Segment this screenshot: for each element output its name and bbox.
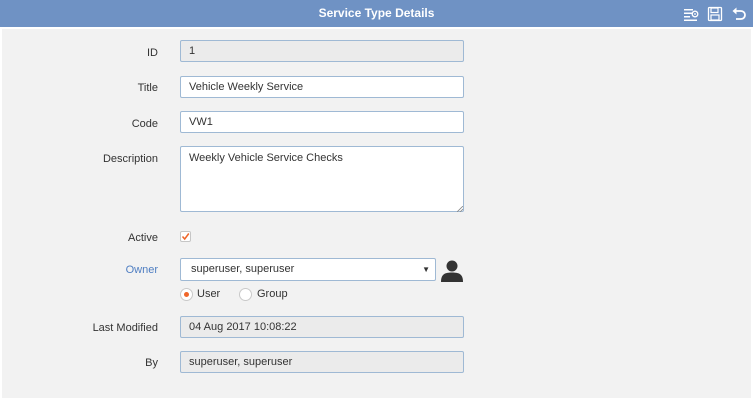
last-modified-field: 04 Aug 2017 10:08:22 xyxy=(180,316,464,338)
radio-selected-dot xyxy=(184,292,189,297)
last-modified-label: Last Modified xyxy=(92,322,158,334)
by-label: By xyxy=(145,357,158,369)
id-label: ID xyxy=(147,47,158,59)
owner-select[interactable]: superuser, superuser ▼ xyxy=(180,258,436,281)
owner-type-user-label: User xyxy=(197,288,221,300)
chevron-down-icon: ▼ xyxy=(422,265,430,274)
owner-select-value: superuser, superuser xyxy=(191,263,295,275)
active-checkbox[interactable] xyxy=(180,231,191,242)
owner-type-group-label: Group xyxy=(257,288,288,300)
id-field: 1 xyxy=(180,40,464,62)
title-label: Title xyxy=(137,82,158,94)
owner-type-group-radio[interactable] xyxy=(239,288,252,301)
owner-type-user-radio[interactable] xyxy=(180,288,193,301)
owner-label[interactable]: Owner xyxy=(2,264,158,276)
code-label: Code xyxy=(131,118,158,130)
toolbar xyxy=(683,4,747,23)
list-settings-icon[interactable] xyxy=(683,6,699,22)
form-panel: ID 1 Title Code Description Weekly Vehic… xyxy=(2,29,751,398)
title-bar: Service Type Details xyxy=(0,0,753,27)
save-icon[interactable] xyxy=(707,6,723,22)
user-picker-icon[interactable] xyxy=(440,259,464,282)
code-input[interactable] xyxy=(180,111,464,133)
description-label: Description xyxy=(102,153,158,165)
undo-icon[interactable] xyxy=(731,6,747,22)
resize-grip-icon[interactable] xyxy=(457,206,463,212)
title-input[interactable] xyxy=(180,76,464,98)
checkmark-icon xyxy=(181,233,190,241)
page-title: Service Type Details xyxy=(318,6,435,20)
description-textarea[interactable]: Weekly Vehicle Service Checks xyxy=(180,146,464,212)
active-label: Active xyxy=(128,232,158,244)
by-field: superuser, superuser xyxy=(180,351,464,373)
